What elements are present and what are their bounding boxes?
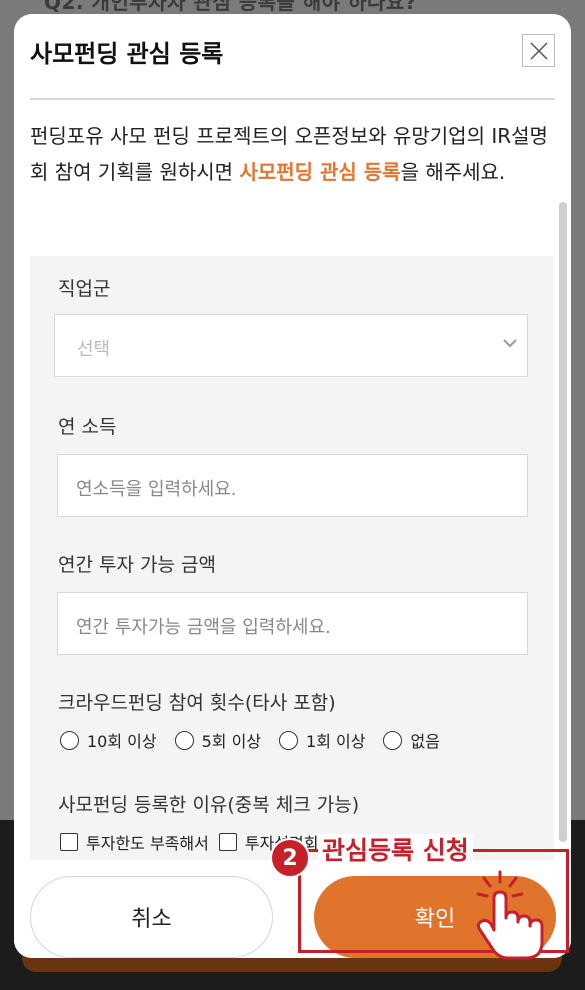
radio-circle[interactable] xyxy=(174,730,194,750)
checkbox-label: 투자한도 부족해서 xyxy=(86,834,209,853)
checkbox-limit[interactable]: 투자한도 부족해서 xyxy=(60,830,209,854)
annotation-step-badge: 2 xyxy=(270,838,310,878)
close-button[interactable] xyxy=(522,34,555,67)
income-label: 연 소득 xyxy=(58,416,117,438)
modal-title: 사모펀딩 관심 등록 xyxy=(30,40,224,68)
pointing-hand-icon xyxy=(476,870,544,960)
radio-10-plus[interactable]: 10회 이상 xyxy=(60,728,157,752)
modal-header: 사모펀딩 관심 등록 xyxy=(30,14,555,100)
job-label: 직업군 xyxy=(58,278,111,300)
invest-placeholder: 연간 투자가능 금액을 입력하세요. xyxy=(76,617,331,638)
checkbox-square[interactable] xyxy=(218,833,237,851)
chevron-down-icon xyxy=(503,339,517,348)
job-select[interactable]: 선택 xyxy=(54,314,528,377)
radio-5-plus[interactable]: 5회 이상 xyxy=(174,728,262,752)
radio-none[interactable]: 없음 xyxy=(383,728,440,752)
intro-text: 펀딩포유 사모 펀딩 프로젝트의 오픈정보와 유망기업의 IR설명회 참여 기획… xyxy=(30,118,550,190)
income-input[interactable]: 연소득을 입력하세요. xyxy=(57,454,528,517)
intro-suffix: 을 해주세요. xyxy=(400,160,506,184)
radio-circle[interactable] xyxy=(383,730,403,750)
form-panel: 직업군 선택 연 소득 연소득을 입력하세요. 연간 투자 가능 금액 연간 투… xyxy=(30,256,554,860)
annotation-label: 관심등록 신청 xyxy=(318,834,473,868)
radio-label: 10회 이상 xyxy=(87,732,157,751)
modal-body[interactable]: 펀딩포유 사모 펀딩 프로젝트의 오픈정보와 유망기업의 IR설명회 참여 기획… xyxy=(14,102,571,860)
income-placeholder: 연소득을 입력하세요. xyxy=(76,479,237,500)
crowd-radio-group: 10회 이상 5회 이상 1회 이상 없음 xyxy=(60,728,458,752)
radio-1-plus[interactable]: 1회 이상 xyxy=(279,728,365,752)
scrollbar-thumb[interactable] xyxy=(559,202,567,842)
crowd-label: 크라우드펀딩 참여 횟수(타사 포함) xyxy=(58,692,336,714)
scrollbar[interactable] xyxy=(559,202,567,842)
close-icon xyxy=(530,42,548,60)
invest-label: 연간 투자 가능 금액 xyxy=(58,554,216,576)
radio-circle[interactable] xyxy=(279,730,299,750)
cancel-button[interactable]: 취소 xyxy=(30,876,273,958)
background-question-text: Q2. 개인투자자 관심 등록을 해야 하나요? xyxy=(44,0,417,14)
interest-registration-modal: 사모펀딩 관심 등록 펀딩포유 사모 펀딩 프로젝트의 오픈정보와 유망기업의 … xyxy=(14,14,571,958)
job-select-value: 선택 xyxy=(77,339,111,360)
radio-circle[interactable] xyxy=(60,730,79,750)
radio-label: 5회 이상 xyxy=(201,732,262,751)
radio-label: 1회 이상 xyxy=(306,732,366,751)
checkbox-square[interactable] xyxy=(60,833,78,851)
intro-highlight: 사모펀딩 관심 등록 xyxy=(239,160,401,184)
reason-label: 사모펀딩 등록한 이유(중복 체크 가능) xyxy=(58,794,360,816)
invest-input[interactable]: 연간 투자가능 금액을 입력하세요. xyxy=(57,592,528,655)
radio-label: 없음 xyxy=(410,732,440,751)
